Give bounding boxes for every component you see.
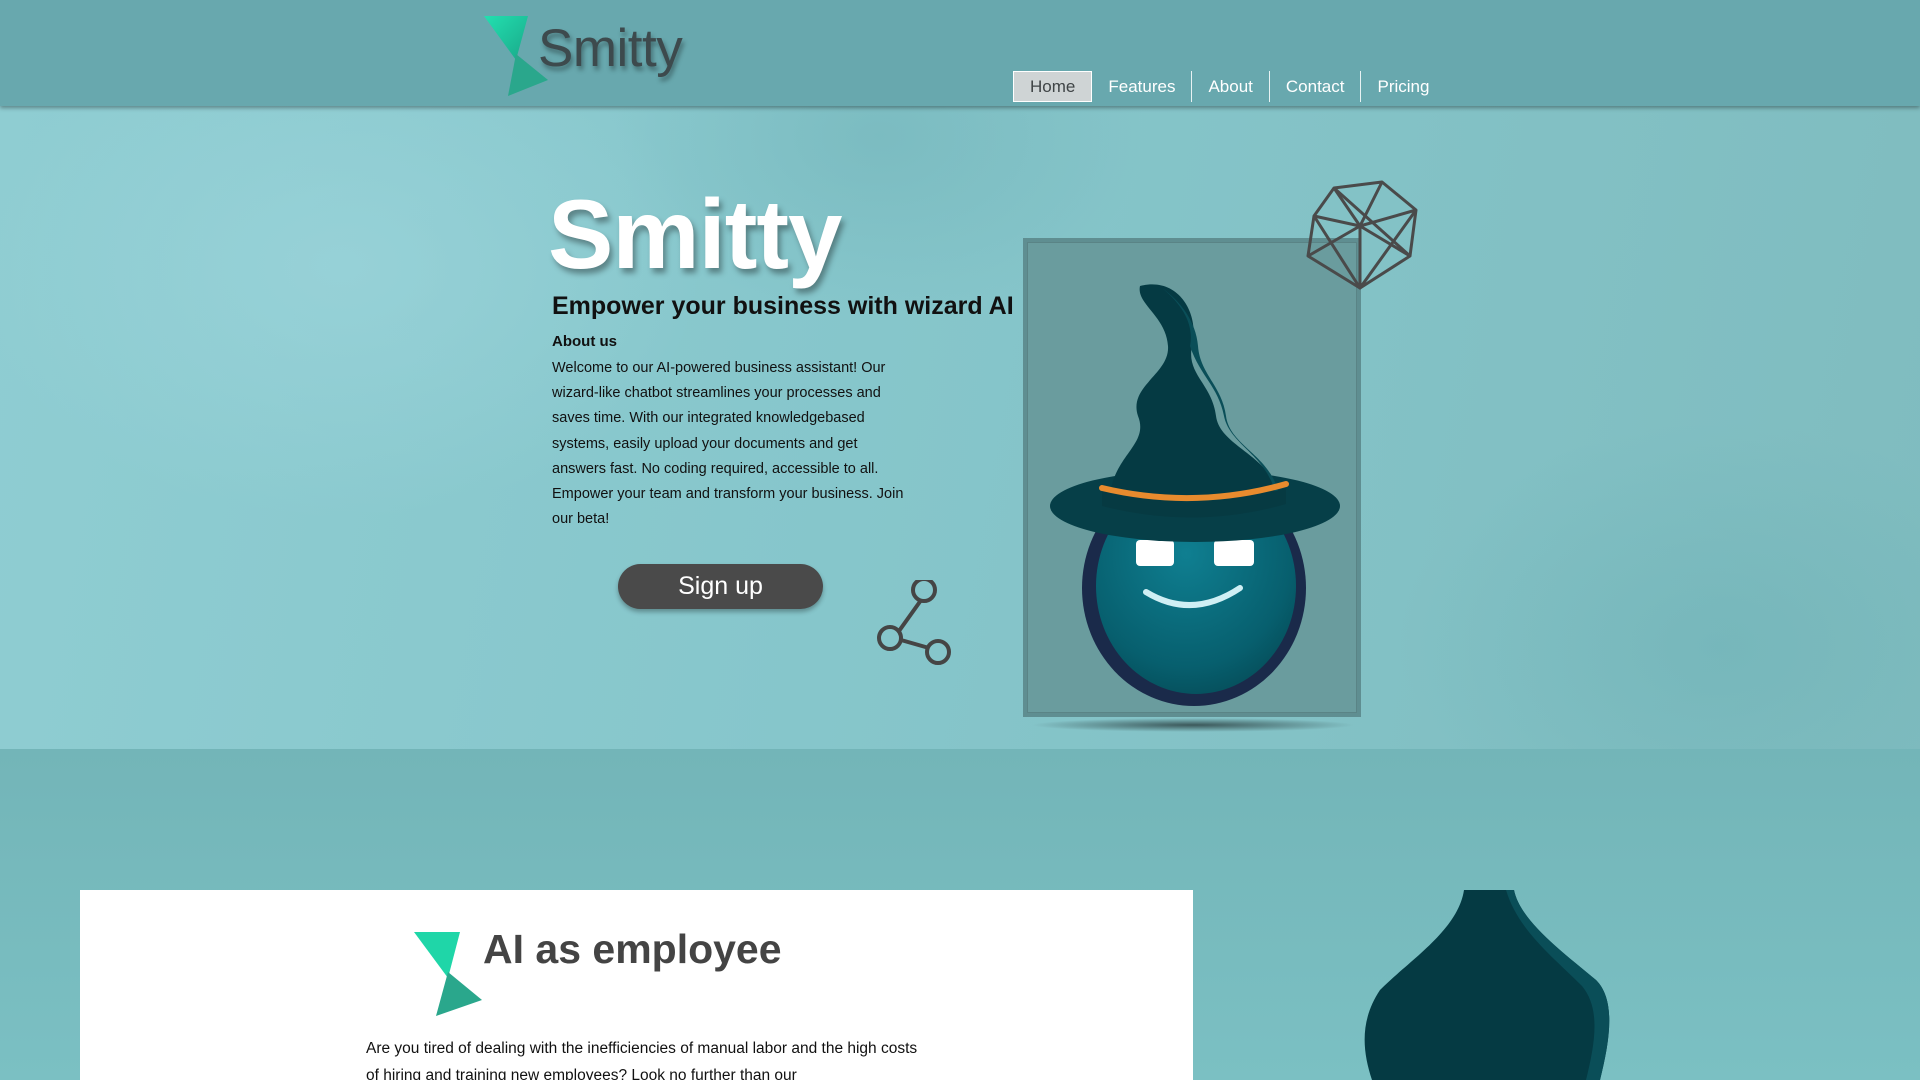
nav-contact[interactable]: Contact bbox=[1268, 71, 1361, 102]
nav-home[interactable]: Home bbox=[1013, 71, 1093, 102]
crystal-icon bbox=[1306, 180, 1418, 290]
frame-shadow bbox=[1030, 718, 1356, 732]
brand-name: Smitty bbox=[538, 19, 683, 78]
hat-illustration bbox=[1364, 890, 1610, 1080]
brand-logo[interactable]: Smitty bbox=[482, 14, 702, 100]
section-title: AI as employee bbox=[483, 926, 782, 972]
logo-icon bbox=[414, 932, 482, 1016]
share-icon bbox=[877, 580, 951, 665]
nav-features[interactable]: Features bbox=[1092, 71, 1191, 102]
about-heading: About us bbox=[552, 333, 617, 350]
hero-section: Smitty Empower your business with wizard… bbox=[0, 106, 1920, 749]
hero-tagline: Empower your business with wizard AI bbox=[552, 292, 1014, 320]
section-text: Are you tired of dealing with the ineffi… bbox=[366, 1040, 918, 1080]
about-text: Welcome to our AI-powered business assis… bbox=[552, 360, 904, 528]
nav-pricing[interactable]: Pricing bbox=[1360, 71, 1445, 102]
wizard-illustration bbox=[1050, 284, 1340, 706]
signup-button[interactable]: Sign up bbox=[618, 564, 823, 609]
hero-title: Smitty bbox=[548, 179, 843, 289]
site-header: Smitty Home Features About Contact Prici… bbox=[0, 0, 1920, 106]
nav-about[interactable]: About bbox=[1191, 71, 1268, 102]
main-nav: Home Features About Contact Pricing bbox=[1013, 71, 1445, 102]
